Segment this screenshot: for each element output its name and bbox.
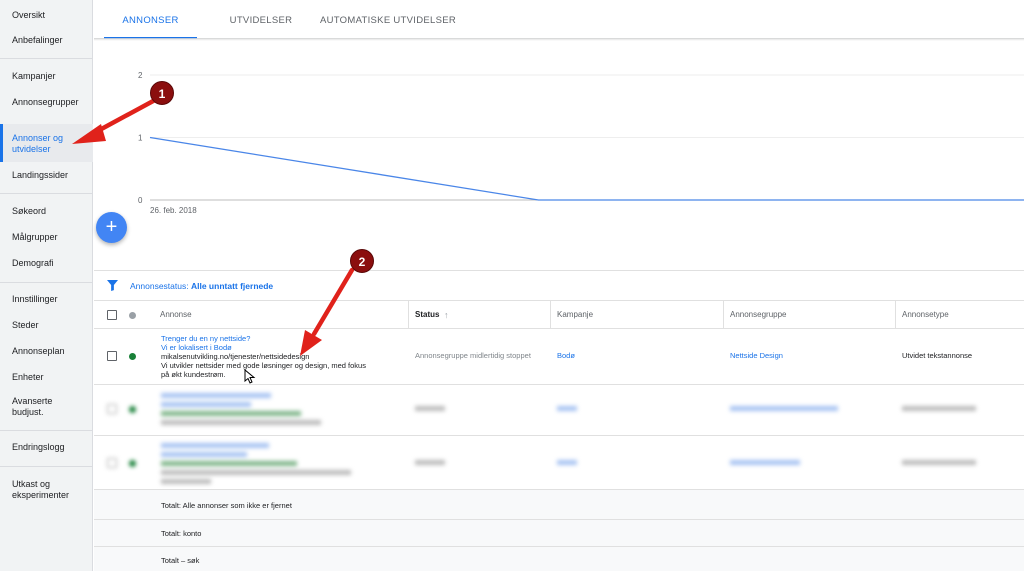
status-enabled-dot-icon[interactable] xyxy=(129,406,136,413)
blurred-headline-2 xyxy=(161,452,247,457)
sidebar-item-oversikt[interactable]: Oversikt xyxy=(0,10,93,21)
total-row: Totalt: konto xyxy=(94,520,1024,547)
status-enabled-dot-icon[interactable] xyxy=(129,460,136,467)
tab-bar: ANNONSER UTVIDELSER AUTOMATISKE UTVIDELS… xyxy=(94,0,1024,39)
column-header-annonsetype[interactable]: Annonsetype xyxy=(896,301,949,329)
blurred-description xyxy=(161,420,321,425)
sidebar-item-annonsegrupper[interactable]: Annonsegrupper xyxy=(0,97,93,108)
sidebar-item-avanserte-budjust[interactable]: Avanserte budjust. xyxy=(0,396,70,418)
sidebar-divider xyxy=(0,466,93,467)
sidebar-item-endringslogg[interactable]: Endringslogg xyxy=(0,442,93,453)
sidebar-divider xyxy=(0,282,93,283)
total-label: Totalt: Alle annonser som ikke er fjerne… xyxy=(161,501,292,510)
ad-description-2: på økt kundestrøm. xyxy=(161,370,226,379)
table-header: Annonse Status ↑ Kampanje Annonsegruppe … xyxy=(94,301,1024,329)
annotation-badge-1: 1 xyxy=(150,81,174,105)
ad-group-link[interactable]: Nettside Design xyxy=(730,351,783,361)
blurred-adgroup xyxy=(730,460,800,465)
select-all-checkbox[interactable] xyxy=(107,310,117,320)
tab-automatiske-utvidelser[interactable]: AUTOMATISKE UTVIDELSER xyxy=(306,0,470,39)
blurred-headline xyxy=(161,393,271,398)
sidebar-divider xyxy=(0,58,93,59)
y-tick-label: 1 xyxy=(138,134,143,143)
sidebar-item-enheter[interactable]: Enheter xyxy=(0,372,93,383)
blurred-url xyxy=(161,411,301,416)
table-row-blurred[interactable] xyxy=(94,385,1024,436)
sidebar-item-malgrupper[interactable]: Målgrupper xyxy=(0,232,93,243)
filter-prefix: Annonsestatus: xyxy=(130,281,189,291)
blurred-adtype xyxy=(902,460,976,465)
chart-series-line xyxy=(149,136,1024,201)
sidebar-divider xyxy=(0,430,93,431)
sidebar-nav: Oversikt Anbefalinger Kampanjer Annonseg… xyxy=(0,0,93,571)
column-header-status[interactable]: Status xyxy=(409,301,439,329)
row-checkbox[interactable] xyxy=(107,458,117,468)
sidebar-item-landingssider[interactable]: Landingssider xyxy=(0,170,93,181)
blurred-adgroup xyxy=(730,406,838,411)
blurred-url xyxy=(161,461,297,466)
sidebar-item-utkast-og-eksperimenter[interactable]: Utkast og eksperimenter xyxy=(0,479,80,501)
total-row: Totalt – søk xyxy=(94,547,1024,571)
sidebar-divider xyxy=(0,193,93,194)
sidebar-item-annonser-og-utvidelser[interactable]: Annonser og utvidelser xyxy=(0,124,93,162)
ad-campaign-link[interactable]: Bodø xyxy=(557,351,575,361)
sidebar-item-annonseplan[interactable]: Annonseplan xyxy=(0,346,93,357)
add-ad-button[interactable]: + xyxy=(96,212,127,243)
blurred-status xyxy=(415,406,445,411)
chart-svg: 21026. feb. 2018 xyxy=(138,71,1024,215)
y-tick-label: 0 xyxy=(138,196,143,205)
blurred-adtype xyxy=(902,406,976,411)
column-header-annonsegruppe[interactable]: Annonsegruppe xyxy=(724,301,787,329)
blurred-status xyxy=(415,460,445,465)
blurred-description-2 xyxy=(161,479,211,484)
sidebar-item-demografi[interactable]: Demografi xyxy=(0,258,93,269)
blurred-headline xyxy=(161,443,269,448)
filter-value: Alle unntatt fjernede xyxy=(190,281,274,291)
column-header-kampanje[interactable]: Kampanje xyxy=(551,301,593,329)
filter-label[interactable]: Annonsestatus: Alle unntatt fjernede xyxy=(130,281,273,291)
filter-icon[interactable] xyxy=(107,280,118,291)
blurred-campaign xyxy=(557,406,577,411)
sidebar-item-sokeord[interactable]: Søkeord xyxy=(0,206,93,217)
tab-utvidelser[interactable]: UTVIDELSER xyxy=(211,0,311,39)
sidebar-item-steder[interactable]: Steder xyxy=(0,320,93,331)
performance-chart: 2 1 0 26. feb. 2018 xyxy=(94,41,1024,231)
tab-annonser[interactable]: ANNONSER xyxy=(104,0,197,39)
google-ads-page: Oversikt Anbefalinger Kampanjer Annonseg… xyxy=(0,0,1024,571)
sidebar-item-innstillinger[interactable]: Innstillinger xyxy=(0,294,93,305)
status-enabled-dot-icon[interactable] xyxy=(129,353,136,360)
sort-ascending-icon[interactable]: ↑ xyxy=(438,301,449,329)
blurred-headline-2 xyxy=(161,402,251,407)
total-label: Totalt: konto xyxy=(161,529,202,538)
blurred-campaign xyxy=(557,460,577,465)
row-checkbox[interactable] xyxy=(107,404,117,414)
column-header-annonse[interactable]: Annonse xyxy=(154,301,192,329)
total-row: Totalt: Alle annonser som ikke er fjerne… xyxy=(94,490,1024,520)
filter-bar[interactable]: Annonsestatus: Alle unntatt fjernede xyxy=(94,270,1024,301)
y-tick-label: 2 xyxy=(138,71,143,80)
sidebar-item-kampanjer[interactable]: Kampanjer xyxy=(0,71,93,82)
ad-type: Utvidet tekstannonse xyxy=(902,351,973,360)
x-tick-label: 26. feb. 2018 xyxy=(150,206,197,215)
mouse-cursor-icon xyxy=(244,369,256,384)
table-row-blurred[interactable] xyxy=(94,436,1024,490)
table-row[interactable]: Trenger du en ny nettside? Vi er lokalis… xyxy=(94,329,1024,385)
sidebar-item-anbefalinger[interactable]: Anbefalinger xyxy=(0,35,93,46)
total-label: Totalt – søk xyxy=(161,556,200,565)
annotation-badge-2: 2 xyxy=(350,249,374,273)
status-header-dot-icon xyxy=(129,312,136,319)
row-checkbox[interactable] xyxy=(107,351,117,361)
ad-status: Annonsegruppe midlertidig stoppet xyxy=(415,351,531,360)
blurred-description xyxy=(161,470,351,475)
